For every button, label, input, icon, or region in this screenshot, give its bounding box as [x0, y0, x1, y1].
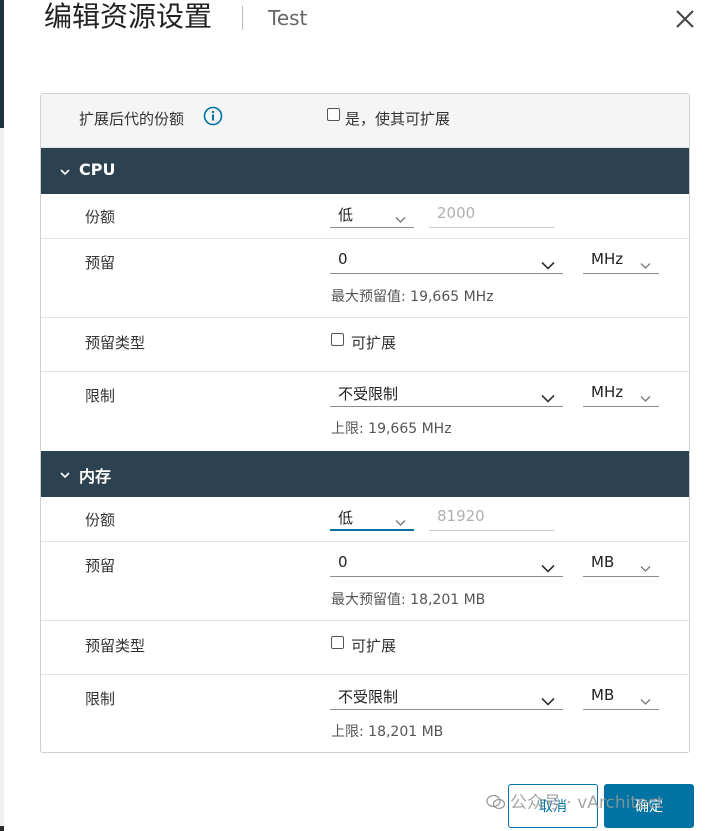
cpu-shares-select[interactable]: 低 — [330, 202, 414, 228]
chevron-down-icon — [640, 692, 651, 710]
memory-shares-value: 81920 — [437, 507, 485, 525]
chevron-down-icon — [640, 256, 651, 274]
chevron-down-icon — [541, 559, 555, 577]
cpu-reservation-type-label: 预留类型 — [85, 334, 146, 352]
cpu-shares-row: 份额 低 2000 — [41, 194, 689, 239]
memory-limit-unit: MB — [591, 686, 615, 704]
chevron-down-icon — [59, 466, 71, 485]
cpu-limit-unit-select[interactable]: MHz — [583, 381, 659, 407]
chevron-down-icon — [640, 559, 651, 577]
cpu-reservation-unit-select[interactable]: MHz — [583, 248, 659, 274]
memory-shares-value-input[interactable]: 81920 — [429, 505, 554, 531]
chevron-down-icon — [640, 389, 651, 407]
memory-reservation-input[interactable]: 0 — [330, 551, 563, 577]
chevron-down-icon — [541, 692, 555, 710]
cpu-section-header[interactable]: CPU — [41, 148, 689, 194]
ok-button-label: 确定 — [635, 799, 663, 815]
cpu-expandable-label: 可扩展 — [351, 334, 397, 352]
chevron-down-icon — [59, 163, 71, 182]
memory-reservation-type-row: 预留类型 可扩展 — [41, 621, 689, 675]
cpu-limit-input[interactable]: 不受限制 — [330, 381, 563, 407]
cpu-reservation-unit: MHz — [591, 250, 624, 268]
memory-limit-unit-select[interactable]: MB — [583, 684, 659, 710]
cpu-limit-row: 限制 不受限制 MHz 上限: 19,665 MHz — [41, 372, 689, 451]
memory-reservation-type-label: 预留类型 — [85, 637, 146, 655]
memory-limit-hint: 上限: 18,201 MB — [331, 724, 444, 740]
expandable-checkbox[interactable] — [327, 108, 340, 121]
cpu-expandable-checkbox[interactable] — [331, 333, 344, 346]
edit-resource-settings-dialog: 编辑资源设置 Test 扩展后代的份额 是，使其可扩展 CPU 份额 低 200… — [4, 0, 728, 831]
expandable-checkbox-label: 是，使其可扩展 — [345, 110, 451, 128]
cpu-reservation-hint: 最大预留值: 19,665 MHz — [331, 289, 494, 305]
close-icon[interactable] — [674, 8, 696, 30]
memory-section-header[interactable]: 内存 — [41, 451, 689, 497]
chevron-down-icon — [395, 210, 406, 228]
memory-reservation-value: 0 — [338, 553, 348, 571]
expandable-row: 扩展后代的份额 是，使其可扩展 — [41, 94, 689, 148]
cpu-limit-label: 限制 — [85, 387, 116, 405]
cpu-limit-value: 不受限制 — [338, 385, 399, 403]
memory-section-title: 内存 — [79, 467, 112, 486]
title-divider — [242, 6, 243, 30]
memory-shares-level: 低 — [338, 509, 354, 527]
memory-shares-label: 份额 — [85, 511, 116, 529]
dialog-title: 编辑资源设置 — [44, 0, 213, 33]
memory-reservation-row: 预留 0 MB 最大预留值: 18,201 MB — [41, 542, 689, 621]
info-icon[interactable] — [203, 106, 223, 130]
chevron-down-icon — [541, 389, 555, 407]
cpu-reservation-row: 预留 0 MHz 最大预留值: 19,665 MHz — [41, 239, 689, 318]
cpu-shares-level: 低 — [338, 206, 354, 224]
memory-expandable-label: 可扩展 — [351, 637, 397, 655]
cpu-section-title: CPU — [79, 160, 116, 179]
memory-limit-row: 限制 不受限制 MB 上限: 18,201 MB — [41, 675, 689, 752]
memory-reservation-label: 预留 — [85, 557, 116, 575]
cpu-reservation-value: 0 — [338, 250, 348, 268]
memory-limit-label: 限制 — [85, 690, 116, 708]
memory-reservation-unit-select[interactable]: MB — [583, 551, 659, 577]
chevron-down-icon — [541, 256, 555, 274]
dialog-subtitle: Test — [268, 6, 308, 30]
memory-limit-value: 不受限制 — [338, 688, 399, 706]
cpu-shares-value-input[interactable]: 2000 — [429, 202, 554, 228]
expandable-label: 扩展后代的份额 — [79, 110, 185, 128]
settings-panel: 扩展后代的份额 是，使其可扩展 CPU 份额 低 2000 预留 0 MHz 最… — [40, 93, 690, 753]
cpu-shares-value: 2000 — [437, 204, 476, 222]
cancel-button[interactable]: 取消 — [508, 784, 598, 828]
cpu-reservation-label: 预留 — [85, 254, 116, 272]
cpu-limit-hint: 上限: 19,665 MHz — [331, 421, 452, 437]
cpu-reservation-input[interactable]: 0 — [330, 248, 563, 274]
memory-limit-input[interactable]: 不受限制 — [330, 684, 563, 710]
cpu-reservation-type-row: 预留类型 可扩展 — [41, 318, 689, 372]
ok-button[interactable]: 确定 — [604, 784, 694, 828]
cpu-shares-label: 份额 — [85, 208, 116, 226]
memory-expandable-checkbox[interactable] — [331, 636, 344, 649]
memory-shares-row: 份额 低 81920 — [41, 497, 689, 542]
cancel-button-label: 取消 — [539, 799, 567, 815]
memory-shares-select[interactable]: 低 — [330, 505, 414, 531]
memory-reservation-unit: MB — [591, 553, 615, 571]
chevron-down-icon — [395, 513, 406, 531]
memory-reservation-hint: 最大预留值: 18,201 MB — [331, 592, 486, 608]
cpu-limit-unit: MHz — [591, 383, 624, 401]
